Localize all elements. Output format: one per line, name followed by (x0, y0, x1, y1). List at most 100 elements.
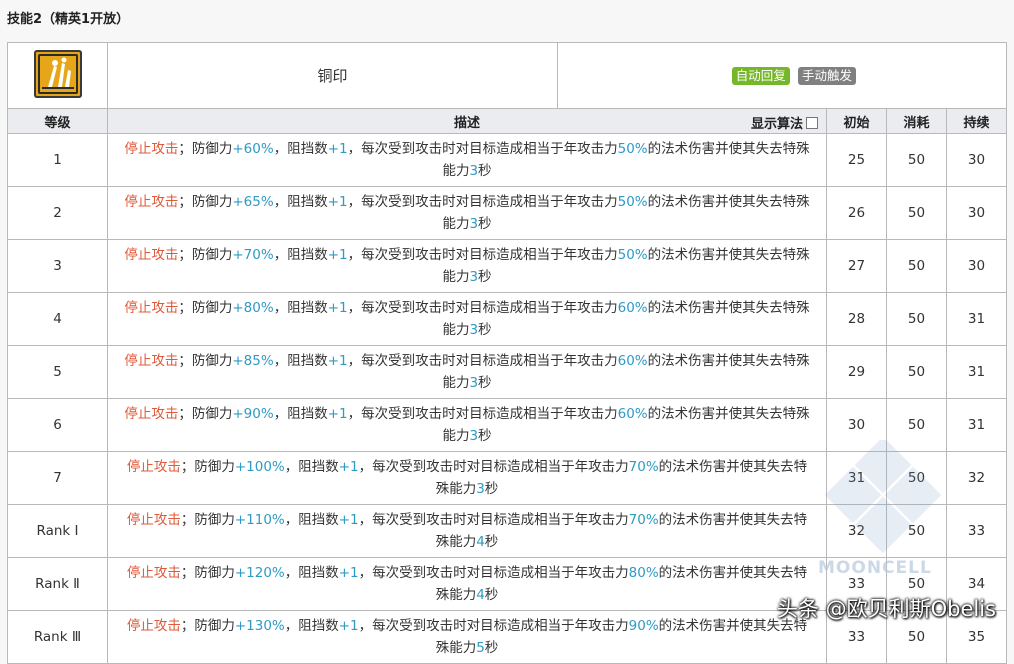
row-cost: 50 (886, 239, 947, 293)
stop-attack-text: 停止攻击 (126, 565, 181, 581)
desc-text: ，阻挡数 (284, 459, 339, 475)
desc-text: ，阻挡数 (284, 565, 339, 581)
duration-seconds: 4 (476, 587, 485, 603)
row-level: Rank Ⅰ (7, 504, 108, 558)
duration-seconds: 3 (469, 322, 479, 338)
row-cost: 50 (886, 451, 947, 505)
desc-text: ，阻挡数 (273, 141, 328, 157)
row-duration: 31 (945, 292, 1008, 346)
desc-text: 秒 (478, 428, 492, 444)
block-value: +1 (338, 459, 359, 475)
row-level: 5 (7, 345, 108, 399)
desc-text: ；防御力 (178, 406, 233, 422)
desc-text: ，阻挡数 (284, 512, 339, 528)
row-cost: 50 (886, 345, 947, 399)
desc-text: ，每次受到攻击时对目标造成相当于年攻击力 (347, 353, 618, 369)
block-value: +1 (338, 512, 359, 528)
desc-text: 能力 (442, 269, 470, 285)
desc-text: 秒 (478, 163, 492, 179)
desc-text: 的法术伤害并使其失去特殊 (647, 247, 810, 263)
desc-text: 能力 (442, 216, 470, 232)
desc-text: ；防御力 (180, 459, 235, 475)
desc-text: ，每次受到攻击时对目标造成相当于年攻击力 (358, 565, 629, 581)
row-description: 停止攻击；防御力+80%，阻挡数+1，每次受到攻击时对目标造成相当于年攻击力60… (107, 292, 827, 346)
row-duration: 33 (945, 504, 1008, 558)
row-level: 2 (7, 186, 108, 240)
damage-percent: 80% (628, 565, 659, 581)
stop-attack-text: 停止攻击 (126, 459, 181, 475)
section-title: 技能2（精英1开放） (7, 12, 130, 27)
duration-seconds: 3 (469, 216, 479, 232)
row-initial: 32 (826, 504, 887, 558)
desc-text: ，每次受到攻击时对目标造成相当于年攻击力 (347, 141, 618, 157)
stop-attack-text: 停止攻击 (124, 300, 179, 316)
desc-text: ；防御力 (180, 618, 235, 634)
row-cost: 50 (886, 133, 947, 187)
desc-text: 的法术伤害并使其失去特 (658, 565, 808, 581)
row-cost: 50 (886, 186, 947, 240)
row-cost: 50 (886, 292, 947, 346)
row-level: 7 (7, 451, 108, 505)
row-level: Rank Ⅱ (7, 557, 108, 611)
damage-percent: 60% (617, 406, 648, 422)
desc-text: 的法术伤害并使其失去特殊 (647, 406, 810, 422)
duration-seconds: 5 (476, 640, 485, 656)
row-description: 停止攻击；防御力+65%，阻挡数+1，每次受到攻击时对目标造成相当于年攻击力50… (107, 186, 827, 240)
duration-seconds: 4 (476, 534, 485, 550)
defense-value: +110% (234, 512, 285, 528)
stop-attack-text: 停止攻击 (124, 141, 179, 157)
desc-text: ；防御力 (178, 300, 233, 316)
row-initial: 27 (826, 239, 887, 293)
row-initial: 31 (826, 451, 887, 505)
desc-text: 的法术伤害并使其失去特殊 (647, 353, 810, 369)
tag-manual-trigger: 手动触发 (798, 66, 857, 85)
col-desc: 描述 显示算法 (107, 108, 827, 134)
desc-text: 秒 (484, 481, 499, 497)
block-value: +1 (327, 247, 348, 263)
table-body: 1 停止攻击；防御力+60%，阻挡数+1，每次受到攻击时对目标造成相当于年攻击力… (7, 133, 1008, 664)
row-duration: 32 (945, 451, 1008, 505)
row-level: 4 (7, 292, 108, 346)
row-duration: 30 (945, 239, 1008, 293)
column-header-row: 等级 描述 显示算法 初始 消耗 持续 (7, 108, 1008, 134)
desc-text: ；防御力 (178, 247, 233, 263)
desc-text: ，每次受到攻击时对目标造成相当于年攻击力 (358, 618, 629, 634)
defense-value: +70% (232, 247, 274, 263)
block-value: +1 (327, 353, 348, 369)
desc-text: ，阻挡数 (273, 406, 328, 422)
row-duration: 30 (945, 133, 1008, 187)
show-algorithm-label: 显示算法 (750, 117, 803, 132)
damage-percent: 60% (617, 353, 648, 369)
skill-icon (33, 49, 82, 98)
show-algorithm-checkbox[interactable] (806, 116, 818, 129)
desc-text: 的法术伤害并使其失去特殊 (647, 300, 810, 316)
table-row: 6 停止攻击；防御力+90%，阻挡数+1，每次受到攻击时对目标造成相当于年攻击力… (7, 398, 1008, 452)
skill-tags: 自动回复 手动触发 (556, 42, 1008, 109)
desc-text: ，每次受到攻击时对目标造成相当于年攻击力 (347, 406, 618, 422)
defense-value: +80% (232, 300, 274, 316)
desc-text: 秒 (478, 216, 492, 232)
row-initial: 28 (826, 292, 887, 346)
skill-header-row: 铜印 自动回复 手动触发 (7, 42, 1008, 109)
show-algorithm-toggle[interactable]: 显示算法 (751, 113, 818, 132)
row-initial: 30 (826, 398, 887, 452)
skill-icon-cell (7, 42, 108, 109)
desc-text: ；防御力 (180, 512, 235, 528)
desc-text: 的法术伤害并使其失去特 (658, 512, 808, 528)
col-desc-label: 描述 (453, 115, 480, 131)
damage-percent: 70% (628, 512, 659, 528)
stop-attack-text: 停止攻击 (124, 406, 179, 422)
desc-text: 秒 (484, 534, 499, 550)
row-description: 停止攻击；防御力+90%，阻挡数+1，每次受到攻击时对目标造成相当于年攻击力60… (107, 398, 827, 452)
table-row: 5 停止攻击；防御力+85%，阻挡数+1，每次受到攻击时对目标造成相当于年攻击力… (7, 345, 1008, 399)
table-row: Rank Ⅰ 停止攻击；防御力+110%，阻挡数+1，每次受到攻击时对目标造成相… (7, 504, 1008, 558)
stop-attack-text: 停止攻击 (126, 512, 181, 528)
defense-value: +100% (234, 459, 285, 475)
stop-attack-text: 停止攻击 (124, 247, 179, 263)
defense-value: +120% (234, 565, 285, 581)
skill-name: 铜印 (107, 42, 558, 109)
row-description: 停止攻击；防御力+70%，阻挡数+1，每次受到攻击时对目标造成相当于年攻击力50… (107, 239, 827, 293)
row-initial: 26 (826, 186, 887, 240)
damage-percent: 60% (617, 300, 648, 316)
desc-text: 殊能力 (435, 481, 477, 497)
